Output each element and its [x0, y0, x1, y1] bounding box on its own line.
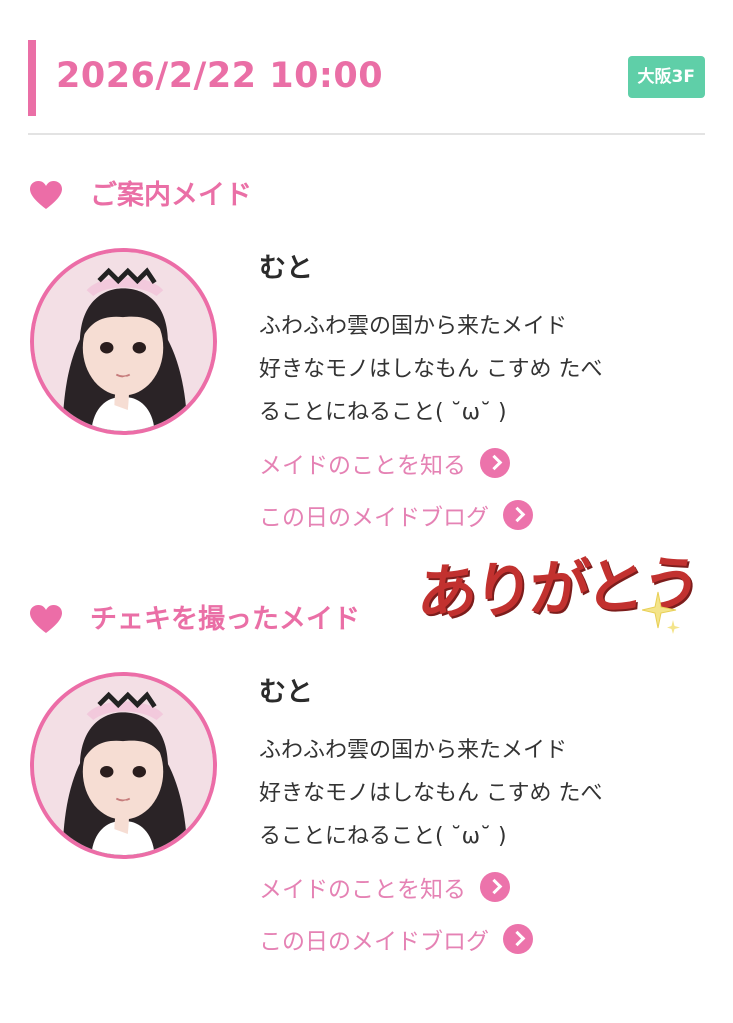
heart-icon — [30, 605, 62, 633]
description-line: 好きなモノはしなもん こすめ たべ — [259, 781, 603, 806]
chevron-right-icon — [480, 448, 510, 478]
maid-description: ふわふわ雲の国から来たメイド 好きなモノはしなもん こすめ たべ ることにねるこ… — [259, 729, 719, 858]
link-label: メイドのことを知る — [259, 453, 466, 479]
section-title-text: チェキを撮ったメイド — [90, 604, 360, 635]
sparkle-icon — [642, 591, 680, 634]
description-line: ふわふわ雲の国から来たメイド — [259, 738, 568, 763]
maid-info: むと ふわふわ雲の国から来たメイド 好きなモノはしなもん こすめ たべ ることに… — [259, 672, 719, 960]
store-badge: 大阪3F — [627, 56, 705, 98]
visit-datetime: 2026/2/22 10:00 — [56, 56, 384, 96]
chevron-right-icon — [503, 500, 533, 530]
header-divider — [28, 133, 705, 135]
maid-blog-link[interactable]: この日のメイドブログ — [259, 918, 719, 960]
chevron-right-icon — [480, 872, 510, 902]
maid-profile-link[interactable]: メイドのことを知る — [259, 442, 719, 484]
chevron-right-icon — [503, 924, 533, 954]
link-label: メイドのことを知る — [259, 877, 466, 903]
maid-avatar[interactable] — [30, 248, 217, 435]
visit-header: 2026/2/22 10:00 大阪3F — [28, 38, 705, 118]
maid-card-cheki: むと ふわふわ雲の国から来たメイド 好きなモノはしなもん こすめ たべ ることに… — [30, 672, 720, 972]
header-accent-bar — [28, 40, 36, 116]
maid-photo-icon — [34, 676, 213, 855]
heart-icon — [30, 181, 62, 209]
description-line: ふわふわ雲の国から来たメイド — [259, 314, 568, 339]
maid-profile-link[interactable]: メイドのことを知る — [259, 866, 719, 908]
maid-name: むと — [259, 253, 313, 284]
description-line: ることにねること( ˘ω˘ ) — [259, 824, 507, 849]
maid-name: むと — [259, 677, 313, 708]
maid-info: むと ふわふわ雲の国から来たメイド 好きなモノはしなもん こすめ たべ ることに… — [259, 248, 719, 536]
maid-card-guide: むと ふわふわ雲の国から来たメイド 好きなモノはしなもん こすめ たべ ることに… — [30, 248, 720, 548]
thank-you-sticker: ありがとう — [415, 540, 700, 648]
link-label: この日のメイドブログ — [259, 505, 489, 531]
maid-blog-link[interactable]: この日のメイドブログ — [259, 494, 719, 536]
maid-avatar[interactable] — [30, 672, 217, 859]
description-line: ることにねること( ˘ω˘ ) — [259, 400, 507, 425]
maid-photo-icon — [34, 252, 213, 431]
description-line: 好きなモノはしなもん こすめ たべ — [259, 357, 603, 382]
link-label: この日のメイドブログ — [259, 929, 489, 955]
section-title-text: ご案内メイド — [90, 180, 252, 211]
maid-description: ふわふわ雲の国から来たメイド 好きなモノはしなもん こすめ たべ ることにねるこ… — [259, 305, 719, 434]
